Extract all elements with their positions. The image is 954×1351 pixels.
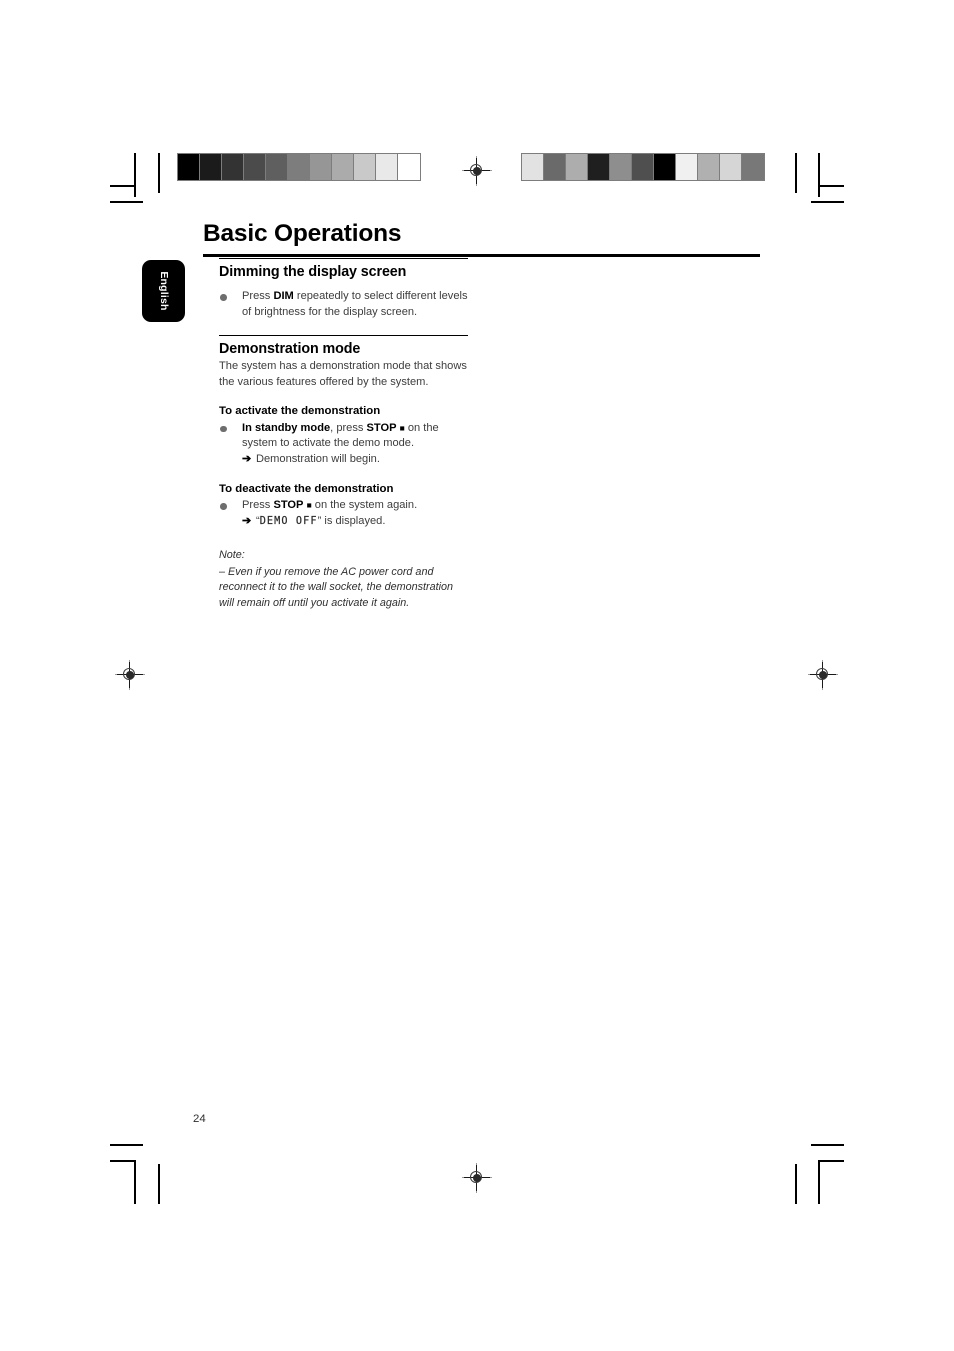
language-tab-label: English	[157, 271, 170, 311]
grayscale-left-swatch	[222, 154, 244, 180]
result-row-activate: ➔ Demonstration will begin.	[242, 452, 471, 468]
crop-mark-bottom-left-vertical	[134, 1160, 136, 1204]
bullet-text-activate: In standby mode, press STOP ■ on the sys…	[242, 421, 471, 452]
dim-key-label: DIM	[273, 290, 294, 303]
section-heading-demonstration: Demonstration mode	[219, 340, 361, 357]
bullet-dot-icon	[220, 294, 227, 301]
result-text-activate: Demonstration will begin.	[256, 452, 380, 465]
grayscale-left-swatch	[376, 154, 398, 180]
subheading-deactivate-demonstration: To deactivate the demonstration	[219, 482, 394, 495]
note-text: – Even if you remove the AC power cord a…	[219, 565, 454, 609]
registration-target-right	[808, 660, 838, 690]
bullet-text-dim: Press DIM repeatedly to select different…	[242, 289, 471, 320]
grayscale-left-swatch	[332, 154, 354, 180]
crop-mark-bottom-right-vertical-outer	[795, 1164, 797, 1204]
note-label: Note:	[219, 549, 245, 562]
grayscale-right-swatch	[698, 154, 720, 180]
grayscale-calibration-bar-left	[177, 153, 421, 181]
deactivate-result-tail: is displayed.	[321, 514, 386, 527]
activate-text-mid: , press	[330, 421, 367, 434]
subheading-activate-demonstration: To activate the demonstration	[219, 405, 381, 418]
crop-mark-bottom-left-horizontal	[110, 1160, 136, 1162]
grayscale-right-swatch	[588, 154, 610, 180]
grayscale-left-swatch	[266, 154, 288, 180]
registration-target-left	[115, 660, 145, 690]
crop-mark-bottom-right-horizontal-outer	[811, 1144, 844, 1146]
registration-dot	[473, 1174, 481, 1182]
grayscale-left-swatch	[244, 154, 266, 180]
grayscale-left-swatch	[398, 154, 420, 180]
grayscale-right-swatch	[720, 154, 742, 180]
grayscale-left-swatch	[354, 154, 376, 180]
arrow-right-icon: ➔	[242, 452, 252, 465]
crop-mark-top-right-horizontal	[818, 185, 844, 187]
crop-mark-top-left-horizontal	[110, 185, 136, 187]
bullet-item-dim: Press DIM repeatedly to select different…	[219, 289, 471, 320]
bullet-dot-icon	[220, 503, 227, 510]
bullet-dot-icon	[220, 425, 227, 433]
grayscale-right-swatch	[742, 154, 764, 180]
crop-mark-top-right-horizontal-outer	[811, 201, 844, 203]
activate-stop-key-label: STOP	[366, 421, 397, 434]
grayscale-left-swatch	[200, 154, 222, 180]
language-tab-english: English	[142, 260, 185, 322]
lcd-display-text: DEMO OFF	[259, 515, 318, 527]
grayscale-right-swatch	[610, 154, 632, 180]
crop-mark-bottom-right-vertical	[818, 1160, 820, 1204]
grayscale-right-swatch	[566, 154, 588, 180]
crop-mark-bottom-left-horizontal-outer	[110, 1144, 143, 1146]
grayscale-right-swatch	[544, 154, 566, 180]
section-demonstration: Demonstration mode The system has a demo…	[219, 334, 471, 611]
registration-target-top	[462, 156, 492, 186]
activate-standby-label: In standby mode	[242, 421, 331, 434]
section-heading-dimming: Dimming the display screen	[219, 264, 407, 281]
grayscale-left-swatch	[178, 154, 200, 180]
crop-mark-bottom-right-horizontal	[818, 1160, 844, 1162]
result-text-deactivate: “DEMO OFF” is displayed.	[256, 514, 471, 530]
crop-mark-top-left-vertical	[134, 153, 136, 197]
grayscale-right-swatch	[676, 154, 698, 180]
deactivate-stop-key-label: STOP	[273, 499, 304, 512]
bullet-item-activate: In standby mode, press STOP ■ on the sys…	[219, 421, 471, 468]
crop-mark-bottom-left-vertical-outer	[158, 1164, 160, 1204]
registration-target-bottom	[462, 1163, 492, 1193]
title-underline-rule	[203, 254, 760, 257]
page-title: Basic Operations	[203, 220, 402, 247]
bullet-item-deactivate: Press STOP ■ on the system again. ➔ “DEM…	[219, 498, 471, 529]
registration-dot	[819, 671, 827, 679]
crop-mark-top-left-horizontal-outer	[110, 201, 143, 203]
registration-dot	[126, 671, 134, 679]
deactivate-text-pre: Press	[242, 499, 274, 512]
grayscale-calibration-bar-right	[521, 153, 765, 181]
deactivate-text-tail: on the system again.	[311, 499, 418, 512]
bullet-text-deactivate: Press STOP ■ on the system again.	[242, 498, 471, 514]
section-rule-dimming	[219, 258, 468, 260]
note-block: Note: – Even if you remove the AC power …	[219, 548, 471, 611]
section-dimming: Dimming the display screen Press DIM rep…	[219, 258, 471, 321]
grayscale-right-swatch	[522, 154, 544, 180]
crop-mark-top-left-vertical-outer	[158, 153, 160, 193]
section-rule-demonstration	[219, 334, 468, 336]
grayscale-left-swatch	[288, 154, 310, 180]
demonstration-intro-text: The system has a demonstration mode that…	[219, 359, 467, 388]
page-content: Dimming the display screen Press DIM rep…	[219, 258, 471, 611]
dim-text-pre: Press	[242, 290, 274, 303]
grayscale-right-swatch	[632, 154, 654, 180]
crop-mark-top-right-vertical	[818, 153, 820, 197]
crop-mark-top-right-vertical-outer	[795, 153, 797, 193]
result-row-deactivate: ➔ “DEMO OFF” is displayed.	[242, 514, 471, 530]
grayscale-right-swatch	[654, 154, 676, 180]
grayscale-left-swatch	[310, 154, 332, 180]
manual-page: { "page": { "title": "Basic Operations",…	[0, 0, 954, 1351]
page-number: 24	[193, 1113, 206, 1125]
registration-dot	[473, 167, 481, 175]
arrow-right-icon: ➔	[242, 514, 252, 527]
